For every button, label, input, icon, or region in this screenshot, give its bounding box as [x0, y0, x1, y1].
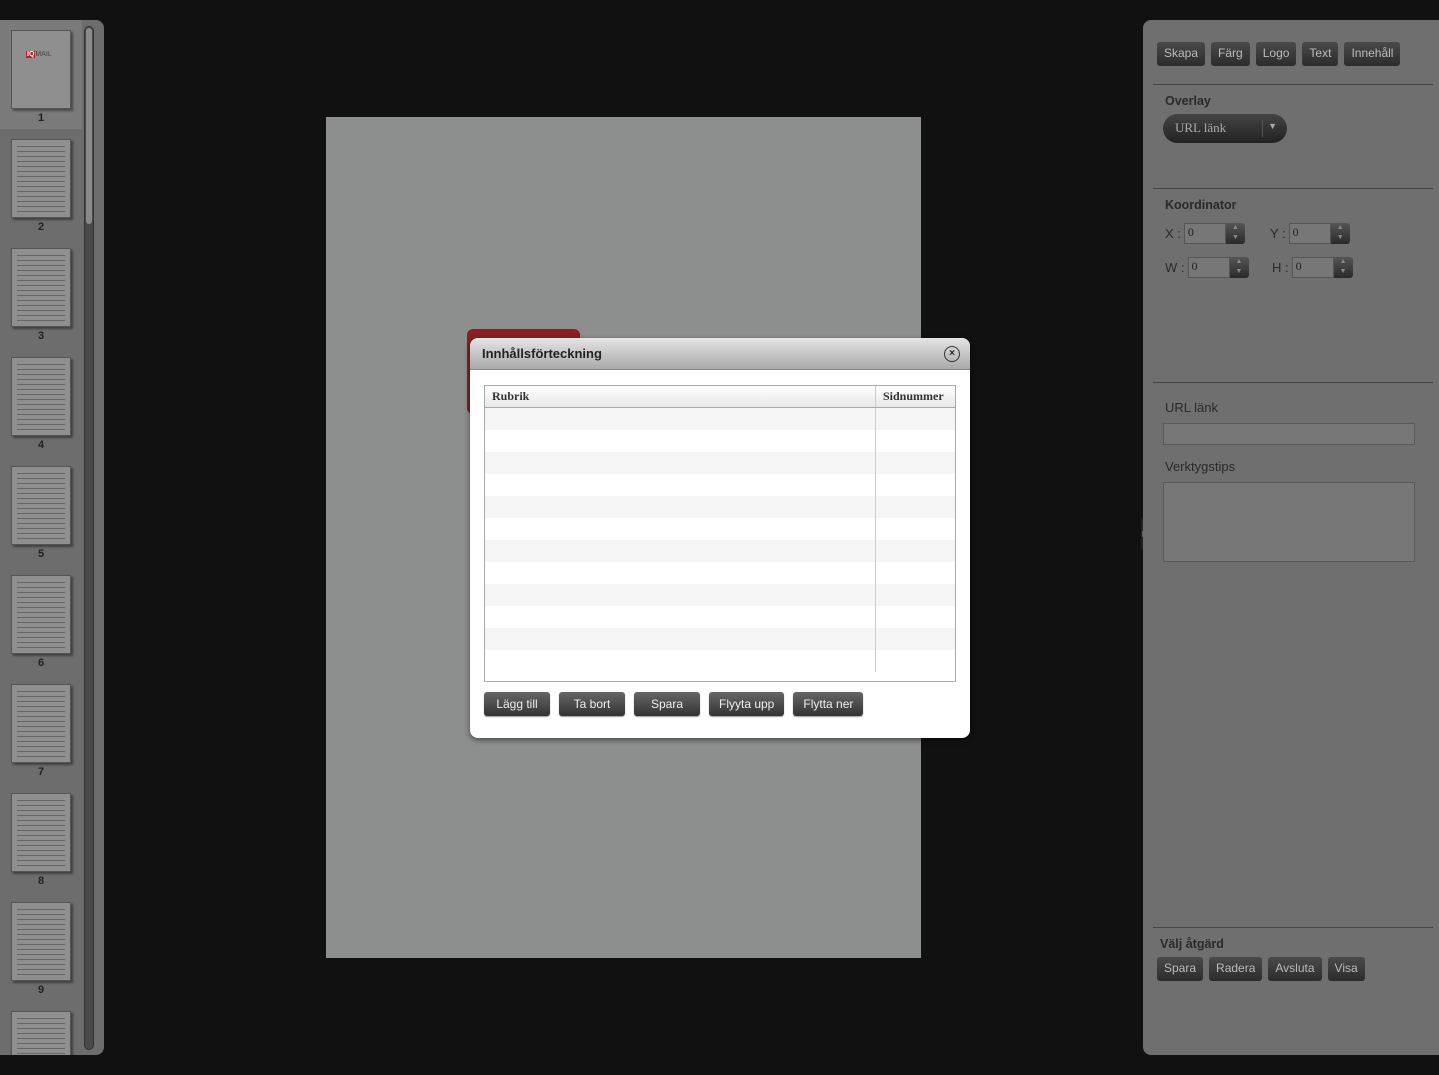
y-input[interactable]: 0 — [1288, 223, 1331, 244]
tooltip-textarea[interactable] — [1163, 482, 1415, 562]
table-row[interactable] — [485, 452, 955, 474]
dialog-flyyta-upp-button[interactable]: Flyyta upp — [709, 692, 785, 716]
url-input[interactable] — [1163, 423, 1415, 445]
table-row[interactable] — [485, 540, 955, 562]
divider — [1153, 927, 1433, 928]
page-thumbnail[interactable]: 2 — [0, 129, 82, 238]
table-row[interactable] — [485, 628, 955, 650]
sidebar-scrollbar[interactable] — [84, 26, 94, 1050]
column-header-sidnummer[interactable]: Sidnummer — [876, 386, 955, 407]
page-thumbnail[interactable]: 8 — [0, 783, 82, 892]
dialog-buttons: Lägg till Ta bort Spara Flyyta upp Flytta ne… — [484, 692, 864, 716]
thumbnail-image[interactable] — [11, 684, 71, 763]
toolbar-innehåll-button[interactable]: Innehåll — [1344, 42, 1401, 66]
page-thumbnail[interactable]: IQMAIL 1 — [0, 20, 82, 129]
table-row[interactable] — [485, 584, 955, 606]
table-row[interactable] — [485, 496, 955, 518]
thumbnail-page-number: 8 — [37, 875, 45, 887]
properties-panel: Skapa Färg Logo Text Innehåll Overlay URL lä… — [1143, 20, 1439, 1055]
overlay-selected-value: URL länk — [1175, 120, 1227, 135]
scrollbar-thumb[interactable] — [86, 28, 92, 224]
w-stepper[interactable]: ▲ ▼ — [1229, 257, 1249, 278]
dialog-ta-bort-button[interactable]: Ta bort — [559, 692, 625, 716]
table-header: Rubrik Sidnummer — [485, 386, 955, 408]
dialog-lägg-till-button[interactable]: Lägg till — [484, 692, 550, 716]
page-thumbnail[interactable]: 7 — [0, 674, 82, 783]
page-thumbnail[interactable]: 3 — [0, 238, 82, 347]
table-row[interactable] — [485, 518, 955, 540]
thumbnail-page-number: 5 — [37, 548, 45, 560]
close-icon[interactable]: × — [944, 346, 960, 362]
thumbnail-page-number: 9 — [37, 984, 45, 996]
tooltip-label: Verktygstips — [1165, 459, 1236, 474]
h-stepper[interactable]: ▲ ▼ — [1333, 257, 1353, 278]
dialog-flytta-ner-button[interactable]: Flytta ner — [793, 692, 864, 716]
url-label: URL länk — [1165, 400, 1218, 415]
thumbnail-page-number: 1 — [37, 112, 45, 124]
thumbnail-image[interactable]: IQMAIL — [11, 30, 71, 109]
toolbar: Skapa Färg Logo Text Innehåll — [1157, 42, 1401, 66]
table-row[interactable] — [485, 408, 955, 430]
page-thumbnail[interactable]: 6 — [0, 565, 82, 674]
column-header-rubrik[interactable]: Rubrik — [485, 386, 876, 407]
table-row[interactable] — [485, 650, 955, 672]
thumbnail-page-number: 4 — [37, 439, 45, 451]
x-stepper[interactable]: ▲ ▼ — [1225, 223, 1245, 244]
thumbnail-page-number: 2 — [37, 221, 45, 233]
thumbnail-image[interactable] — [11, 902, 71, 981]
divider — [1153, 382, 1433, 383]
page-thumbnail[interactable]: 9 — [0, 892, 82, 1001]
divider — [1153, 84, 1433, 85]
thumbnail-image[interactable] — [11, 575, 71, 654]
x-input[interactable]: 0 — [1183, 223, 1226, 244]
y-stepper[interactable]: ▲ ▼ — [1330, 223, 1350, 244]
h-input[interactable]: 0 — [1291, 257, 1334, 278]
action-label: Välj åtgärd — [1160, 937, 1224, 951]
toc-dialog: Innhållsförteckning × Rubrik Sidnummer L… — [470, 338, 970, 738]
action-spara-button[interactable]: Spara — [1157, 957, 1204, 981]
thumbnail-image[interactable] — [11, 466, 71, 545]
thumbnail-image[interactable] — [11, 1011, 71, 1055]
divider — [1153, 188, 1433, 189]
w-input[interactable]: 0 — [1187, 257, 1230, 278]
h-label: H : — [1272, 260, 1289, 275]
thumbnail-page-number: 3 — [37, 330, 45, 342]
overlay-label: Overlay — [1165, 94, 1211, 108]
action-avsluta-button[interactable]: Avsluta — [1268, 957, 1322, 981]
thumbnail-page-number: 7 — [37, 766, 45, 778]
thumbnail-page-number: 6 — [37, 657, 45, 669]
thumbnail-image[interactable] — [11, 793, 71, 872]
thumbnail-image[interactable] — [11, 248, 71, 327]
thumbnail-image[interactable] — [11, 357, 71, 436]
action-radera-button[interactable]: Radera — [1209, 957, 1263, 981]
page-thumbnail[interactable]: 10 — [0, 1001, 82, 1055]
dialog-header: Innhållsförteckning × — [470, 338, 970, 370]
table-row[interactable] — [485, 474, 955, 496]
w-label: W : — [1165, 260, 1185, 275]
toolbar-text-button[interactable]: Text — [1302, 42, 1339, 66]
chevron-down-icon: ▼ — [1268, 121, 1277, 131]
table-row[interactable] — [485, 430, 955, 452]
y-label: Y : — [1270, 226, 1286, 241]
table-row[interactable] — [485, 562, 955, 584]
coordinates-label: Koordinator — [1165, 198, 1237, 212]
page-thumbnail-sidebar: IQMAIL 1 2 3 4 5 6 7 8 9 10 — [0, 20, 104, 1055]
action-buttons: Spara Radera Avsluta Visa — [1157, 957, 1365, 981]
page-thumbnail[interactable]: 5 — [0, 456, 82, 565]
x-label: X : — [1165, 226, 1181, 241]
table-row[interactable] — [485, 606, 955, 628]
thumbnail-logo: IQMAIL — [26, 51, 52, 58]
toolbar-skapa-button[interactable]: Skapa — [1157, 42, 1206, 66]
toc-table: Rubrik Sidnummer — [484, 385, 956, 682]
toolbar-färg-button[interactable]: Färg — [1211, 42, 1250, 66]
dialog-title: Innhållsförteckning — [482, 346, 602, 361]
overlay-select[interactable]: URL länk ▼ — [1163, 114, 1287, 143]
thumbnail-list: IQMAIL 1 2 3 4 5 6 7 8 9 10 — [0, 20, 82, 1055]
toolbar-logo-button[interactable]: Logo — [1255, 42, 1297, 66]
action-visa-button[interactable]: Visa — [1327, 957, 1365, 981]
thumbnail-image[interactable] — [11, 139, 71, 218]
page-thumbnail[interactable]: 4 — [0, 347, 82, 456]
dialog-spara-button[interactable]: Spara — [634, 692, 700, 716]
